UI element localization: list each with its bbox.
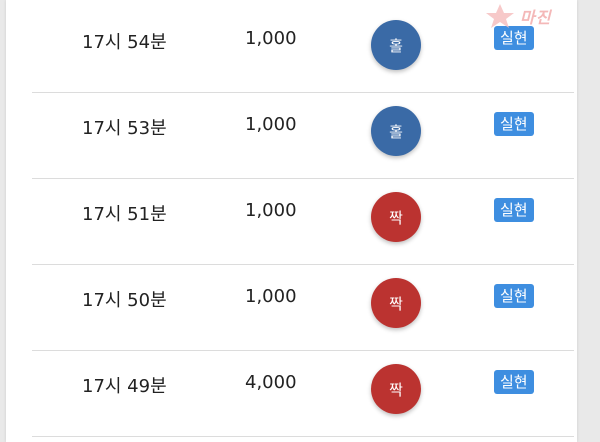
row-time: 17시 50분: [82, 290, 167, 311]
row-amount: 1,000: [245, 200, 297, 221]
history-panel: 17시 54분 1,000 홀 실현 17시 53분 1,000 홀 실현 17…: [6, 0, 577, 442]
list-item: 17시 50분 1,000 짝 실현: [32, 264, 574, 351]
row-amount: 1,000: [245, 114, 297, 135]
status-badge: 실현: [494, 112, 534, 136]
watermark-logo: 마진: [480, 2, 598, 30]
result-ball: 홀: [371, 20, 421, 70]
row-amount: 1,000: [245, 28, 297, 49]
logo-text: 마진: [520, 8, 552, 27]
row-time: 17시 49분: [82, 376, 167, 397]
list-item: 17시 51분 1,000 짝 실현: [32, 178, 574, 265]
star-logo-icon: [486, 4, 514, 28]
status-badge: 실현: [494, 370, 534, 394]
status-badge: 실현: [494, 284, 534, 308]
result-ball: 짝: [371, 192, 421, 242]
status-badge: 실현: [494, 198, 534, 222]
row-time: 17시 51분: [82, 204, 167, 225]
row-time: 17시 53분: [82, 118, 167, 139]
result-ball: 홀: [371, 106, 421, 156]
row-amount: 4,000: [245, 372, 297, 393]
list-item: 17시 53분 1,000 홀 실현: [32, 92, 574, 179]
result-ball: 짝: [371, 278, 421, 328]
row-time: 17시 54분: [82, 32, 167, 53]
result-ball: 짝: [371, 364, 421, 414]
row-amount: 1,000: [245, 286, 297, 307]
list-item: 17시 49분 4,000 짝 실현: [32, 350, 574, 437]
